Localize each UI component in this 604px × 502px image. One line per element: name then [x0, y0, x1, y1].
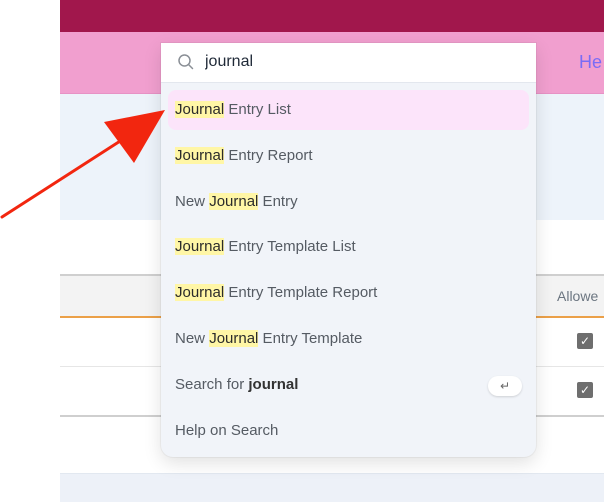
result-text: New [175, 192, 210, 210]
search-results: Journal Entry List Journal Entry Report … [161, 83, 536, 451]
enter-key-icon: ↵ [488, 375, 522, 396]
result-text: Entry List [224, 101, 291, 118]
search-input[interactable] [205, 50, 505, 74]
result-journal-entry-template-report[interactable]: Journal Entry Template Report [168, 273, 529, 313]
result-help-on-search[interactable]: Help on Search [168, 411, 529, 451]
left-gutter [0, 0, 60, 501]
result-text: Entry Template List [224, 238, 356, 256]
result-new-journal-entry-template[interactable]: New Journal Entry Template [168, 319, 529, 359]
result-journal-entry-list[interactable]: Journal Entry List [168, 90, 529, 130]
nav-help-link[interactable]: He [579, 52, 602, 73]
result-new-journal-entry[interactable]: New Journal Entry [168, 182, 529, 222]
result-text: Entry Template [258, 329, 363, 347]
column-header-allowed: Allowe [557, 288, 599, 304]
match-highlight: Journal [175, 101, 225, 118]
match-highlight: Journal [209, 329, 259, 347]
awesomebar-dropdown: Journal Entry List Journal Entry Report … [161, 43, 536, 457]
result-text: Entry Template Report [224, 284, 378, 302]
help-on-search-label: Help on Search [175, 421, 279, 439]
allowed-checkbox[interactable]: ✓ [577, 333, 593, 349]
match-highlight: Journal [175, 284, 225, 302]
result-journal-entry-template-list[interactable]: Journal Entry Template List [168, 227, 529, 267]
search-for-term: journal [248, 375, 299, 393]
match-highlight: Journal [175, 238, 225, 256]
top-bar [60, 0, 604, 32]
allowed-checkbox[interactable]: ✓ [577, 382, 593, 398]
result-journal-entry-report[interactable]: Journal Entry Report [168, 136, 529, 176]
match-highlight: Journal [175, 146, 225, 164]
result-text: New [175, 329, 210, 347]
footer-strip [60, 473, 604, 502]
search-for-prefix: Search for [175, 375, 249, 393]
result-text: Entry Report [224, 146, 313, 164]
result-search-for[interactable]: Search for journal ↵ [168, 365, 529, 405]
match-highlight: Journal [209, 192, 259, 210]
result-text: Entry [258, 192, 298, 210]
search-icon [178, 54, 194, 70]
search-bar [161, 43, 536, 83]
